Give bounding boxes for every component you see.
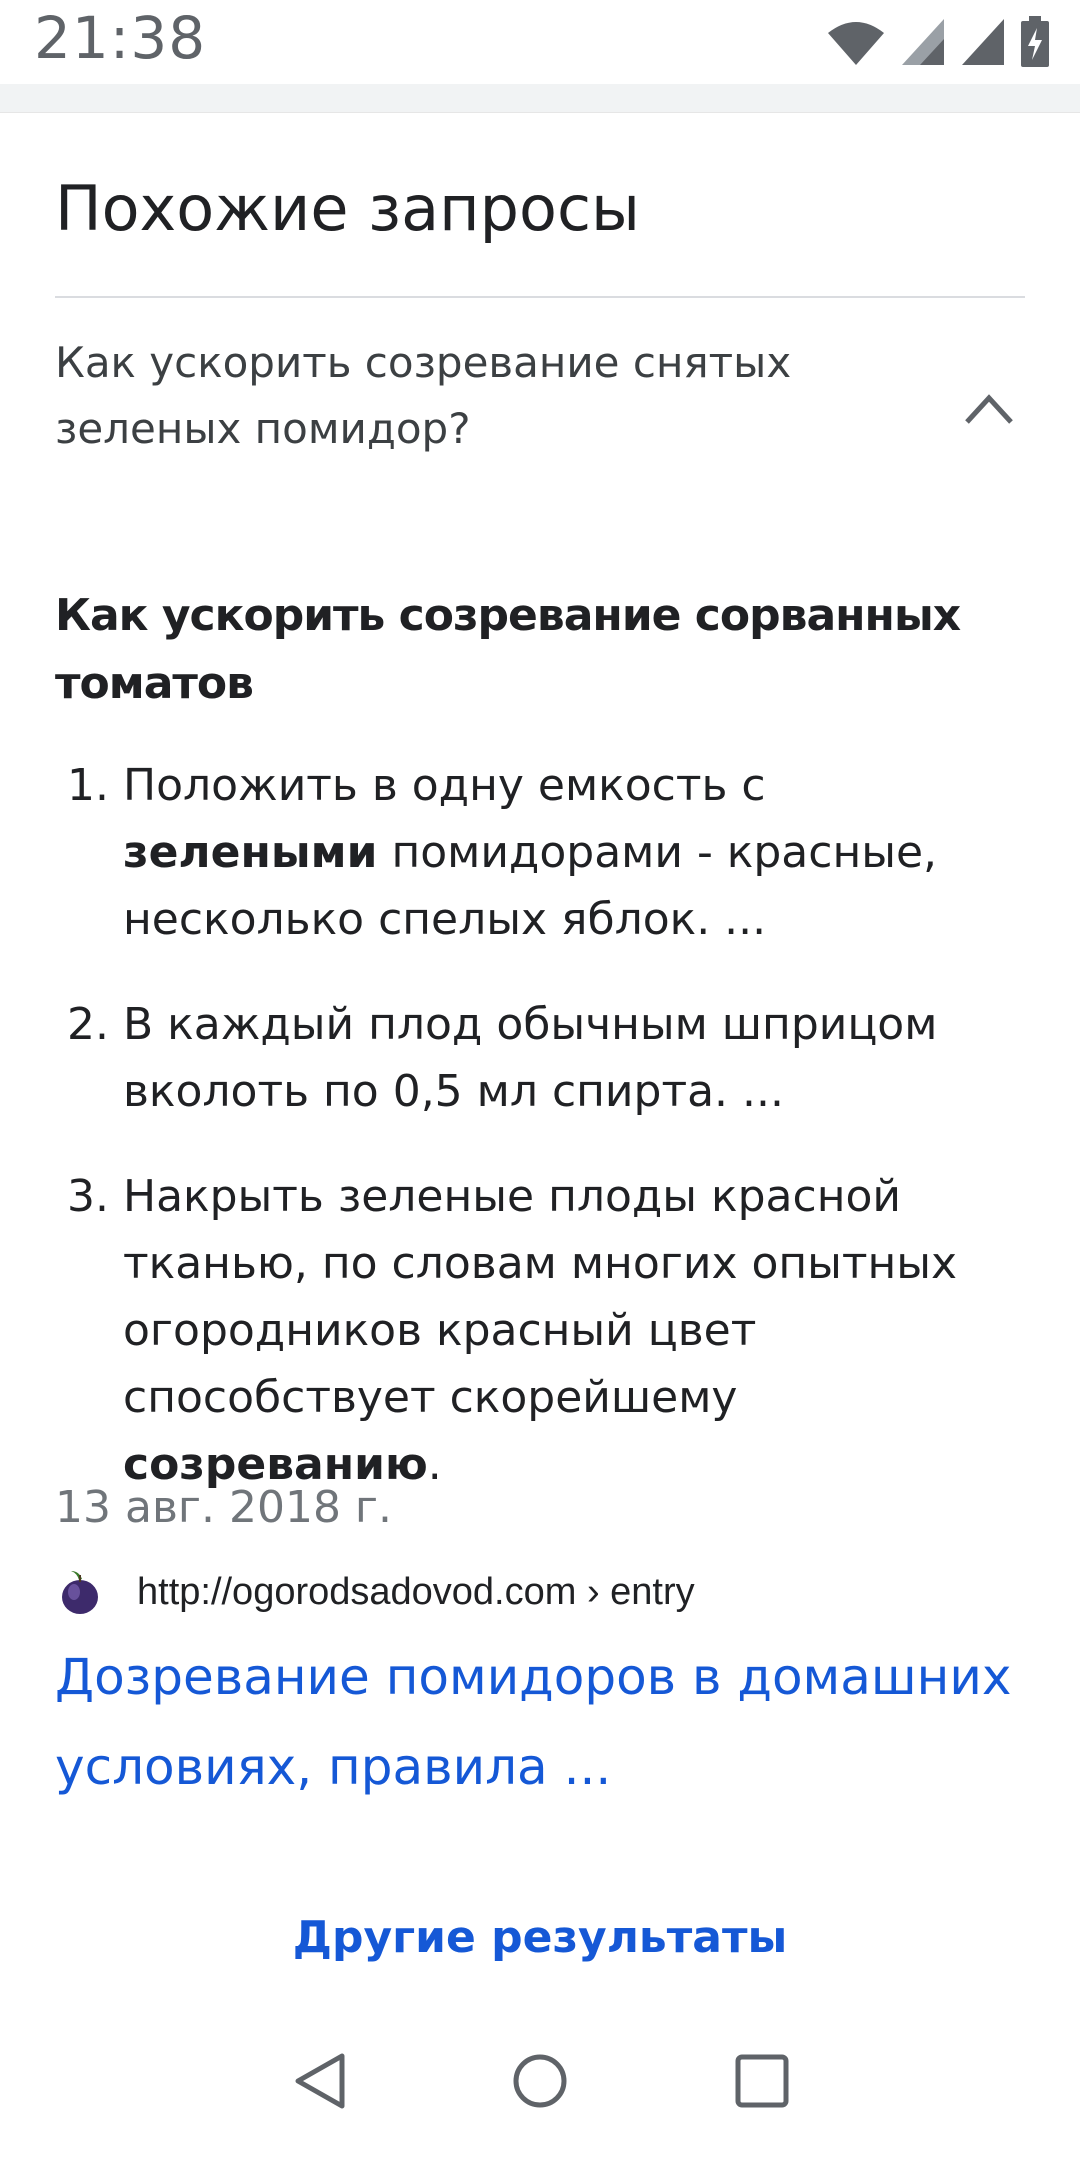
answer-heading: Как ускорить созревание сорванных томато… <box>55 590 961 709</box>
list-item: 1. Положить в одну емкость с зелеными по… <box>55 752 1015 953</box>
list-item: 2. В каждый плод обычным шприцом вколоть… <box>55 991 1015 1125</box>
answer-date: 13 авг. 2018 г. <box>55 1482 393 1533</box>
source-line[interactable]: http://ogorodsadovod.com › entry <box>55 1562 695 1622</box>
system-nav-bar <box>0 2002 1080 2160</box>
battery-charging-icon <box>1021 16 1049 67</box>
chevron-up-icon[interactable] <box>963 390 1015 426</box>
top-separator <box>0 84 1080 113</box>
section-title: Похожие запросы <box>55 172 641 245</box>
step-number: 1. <box>67 760 109 811</box>
recents-icon[interactable] <box>727 2046 797 2116</box>
site-favicon-icon <box>62 1571 98 1614</box>
status-icons <box>826 14 1050 70</box>
signal-icon <box>962 19 1004 65</box>
step-text: Накрыть зеленые плоды красной тканью, по… <box>123 1171 958 1423</box>
divider <box>55 296 1025 298</box>
result-title-link[interactable]: Дозревание помидоров в домашних условиях… <box>55 1632 1035 1812</box>
status-bar: 21:38 <box>0 0 1080 84</box>
related-question-accordion[interactable]: Как ускорить созревание снятых зеленых п… <box>55 330 1025 480</box>
step-text: . <box>427 1439 442 1490</box>
status-time: 21:38 <box>34 4 207 72</box>
related-question-text: Как ускорить созревание снятых зеленых п… <box>55 338 792 453</box>
step-highlight: зелеными <box>123 827 378 878</box>
signal-icon <box>902 19 944 65</box>
more-results-button[interactable]: Другие результаты <box>0 1912 1080 1963</box>
step-number: 2. <box>67 999 109 1050</box>
step-text: Положить в одну емкость с <box>123 760 766 811</box>
answer-steps: 1. Положить в одну емкость с зелеными по… <box>55 752 1015 1536</box>
source-url[interactable]: http://ogorodsadovod.com › entry <box>137 1571 695 1614</box>
home-icon[interactable] <box>505 2046 575 2116</box>
list-item: 3. Накрыть зеленые плоды красной тканью,… <box>55 1163 1015 1498</box>
step-number: 3. <box>67 1171 109 1222</box>
back-icon[interactable] <box>286 2046 356 2116</box>
step-text: В каждый плод обычным шприцом вколоть по… <box>123 999 938 1117</box>
wifi-icon <box>828 22 884 65</box>
